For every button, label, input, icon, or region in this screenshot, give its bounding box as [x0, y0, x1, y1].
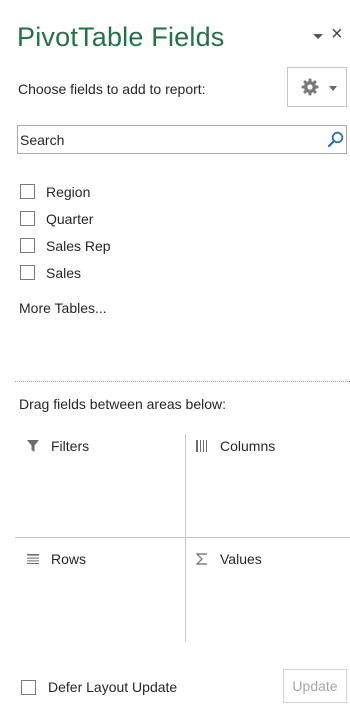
search-icon[interactable]	[327, 131, 344, 148]
field-label: Sales Rep	[46, 237, 111, 254]
field-checkbox[interactable]	[20, 238, 35, 253]
search-box[interactable]	[17, 125, 347, 154]
rows-icon	[27, 554, 39, 564]
columns-area[interactable]: Columns	[196, 438, 275, 454]
field-checkbox[interactable]	[20, 184, 35, 199]
filter-icon	[27, 440, 39, 452]
gear-icon	[301, 78, 319, 96]
tools-button[interactable]	[287, 67, 347, 107]
pane-title: PivotTable Fields	[17, 22, 225, 52]
field-item-sales-rep[interactable]: Sales Rep	[20, 232, 111, 259]
columns-area-label: Columns	[220, 438, 276, 454]
close-icon[interactable]: ×	[331, 24, 343, 44]
values-area[interactable]: Values	[196, 551, 262, 567]
defer-label: Defer Layout Update	[48, 679, 178, 695]
chevron-down-icon	[329, 86, 337, 91]
field-label: Sales	[46, 264, 82, 281]
section-divider	[15, 381, 350, 382]
field-item-quarter[interactable]: Quarter	[20, 205, 111, 232]
update-button[interactable]: Update	[283, 669, 347, 703]
area-divider-vertical	[185, 434, 186, 537]
defer-checkbox[interactable]	[21, 679, 36, 695]
field-checkbox[interactable]	[20, 211, 35, 226]
pane-options-chevron-down-icon[interactable]	[312, 30, 324, 42]
field-label: Quarter	[46, 210, 94, 227]
defer-layout-update[interactable]: Defer Layout Update	[21, 679, 177, 695]
field-item-sales[interactable]: Sales	[20, 259, 111, 286]
area-divider-horizontal	[15, 537, 350, 538]
rows-area[interactable]: Rows	[27, 551, 86, 567]
field-checkbox[interactable]	[20, 265, 35, 280]
columns-icon	[196, 440, 207, 452]
area-divider-vertical	[185, 538, 186, 642]
drag-instructions: Drag fields between areas below:	[19, 396, 227, 412]
field-label: Region	[46, 183, 91, 200]
filters-area[interactable]: Filters	[27, 438, 89, 454]
choose-fields-label: Choose fields to add to report:	[18, 81, 206, 97]
field-item-region[interactable]: Region	[20, 178, 111, 205]
filters-area-label: Filters	[51, 438, 90, 454]
search-input[interactable]	[18, 126, 320, 153]
values-area-label: Values	[220, 551, 262, 567]
more-tables-link[interactable]: More Tables...	[19, 300, 107, 316]
field-list: Region Quarter Sales Rep Sales	[20, 178, 111, 286]
rows-area-label: Rows	[51, 551, 87, 567]
sigma-icon	[196, 553, 207, 565]
